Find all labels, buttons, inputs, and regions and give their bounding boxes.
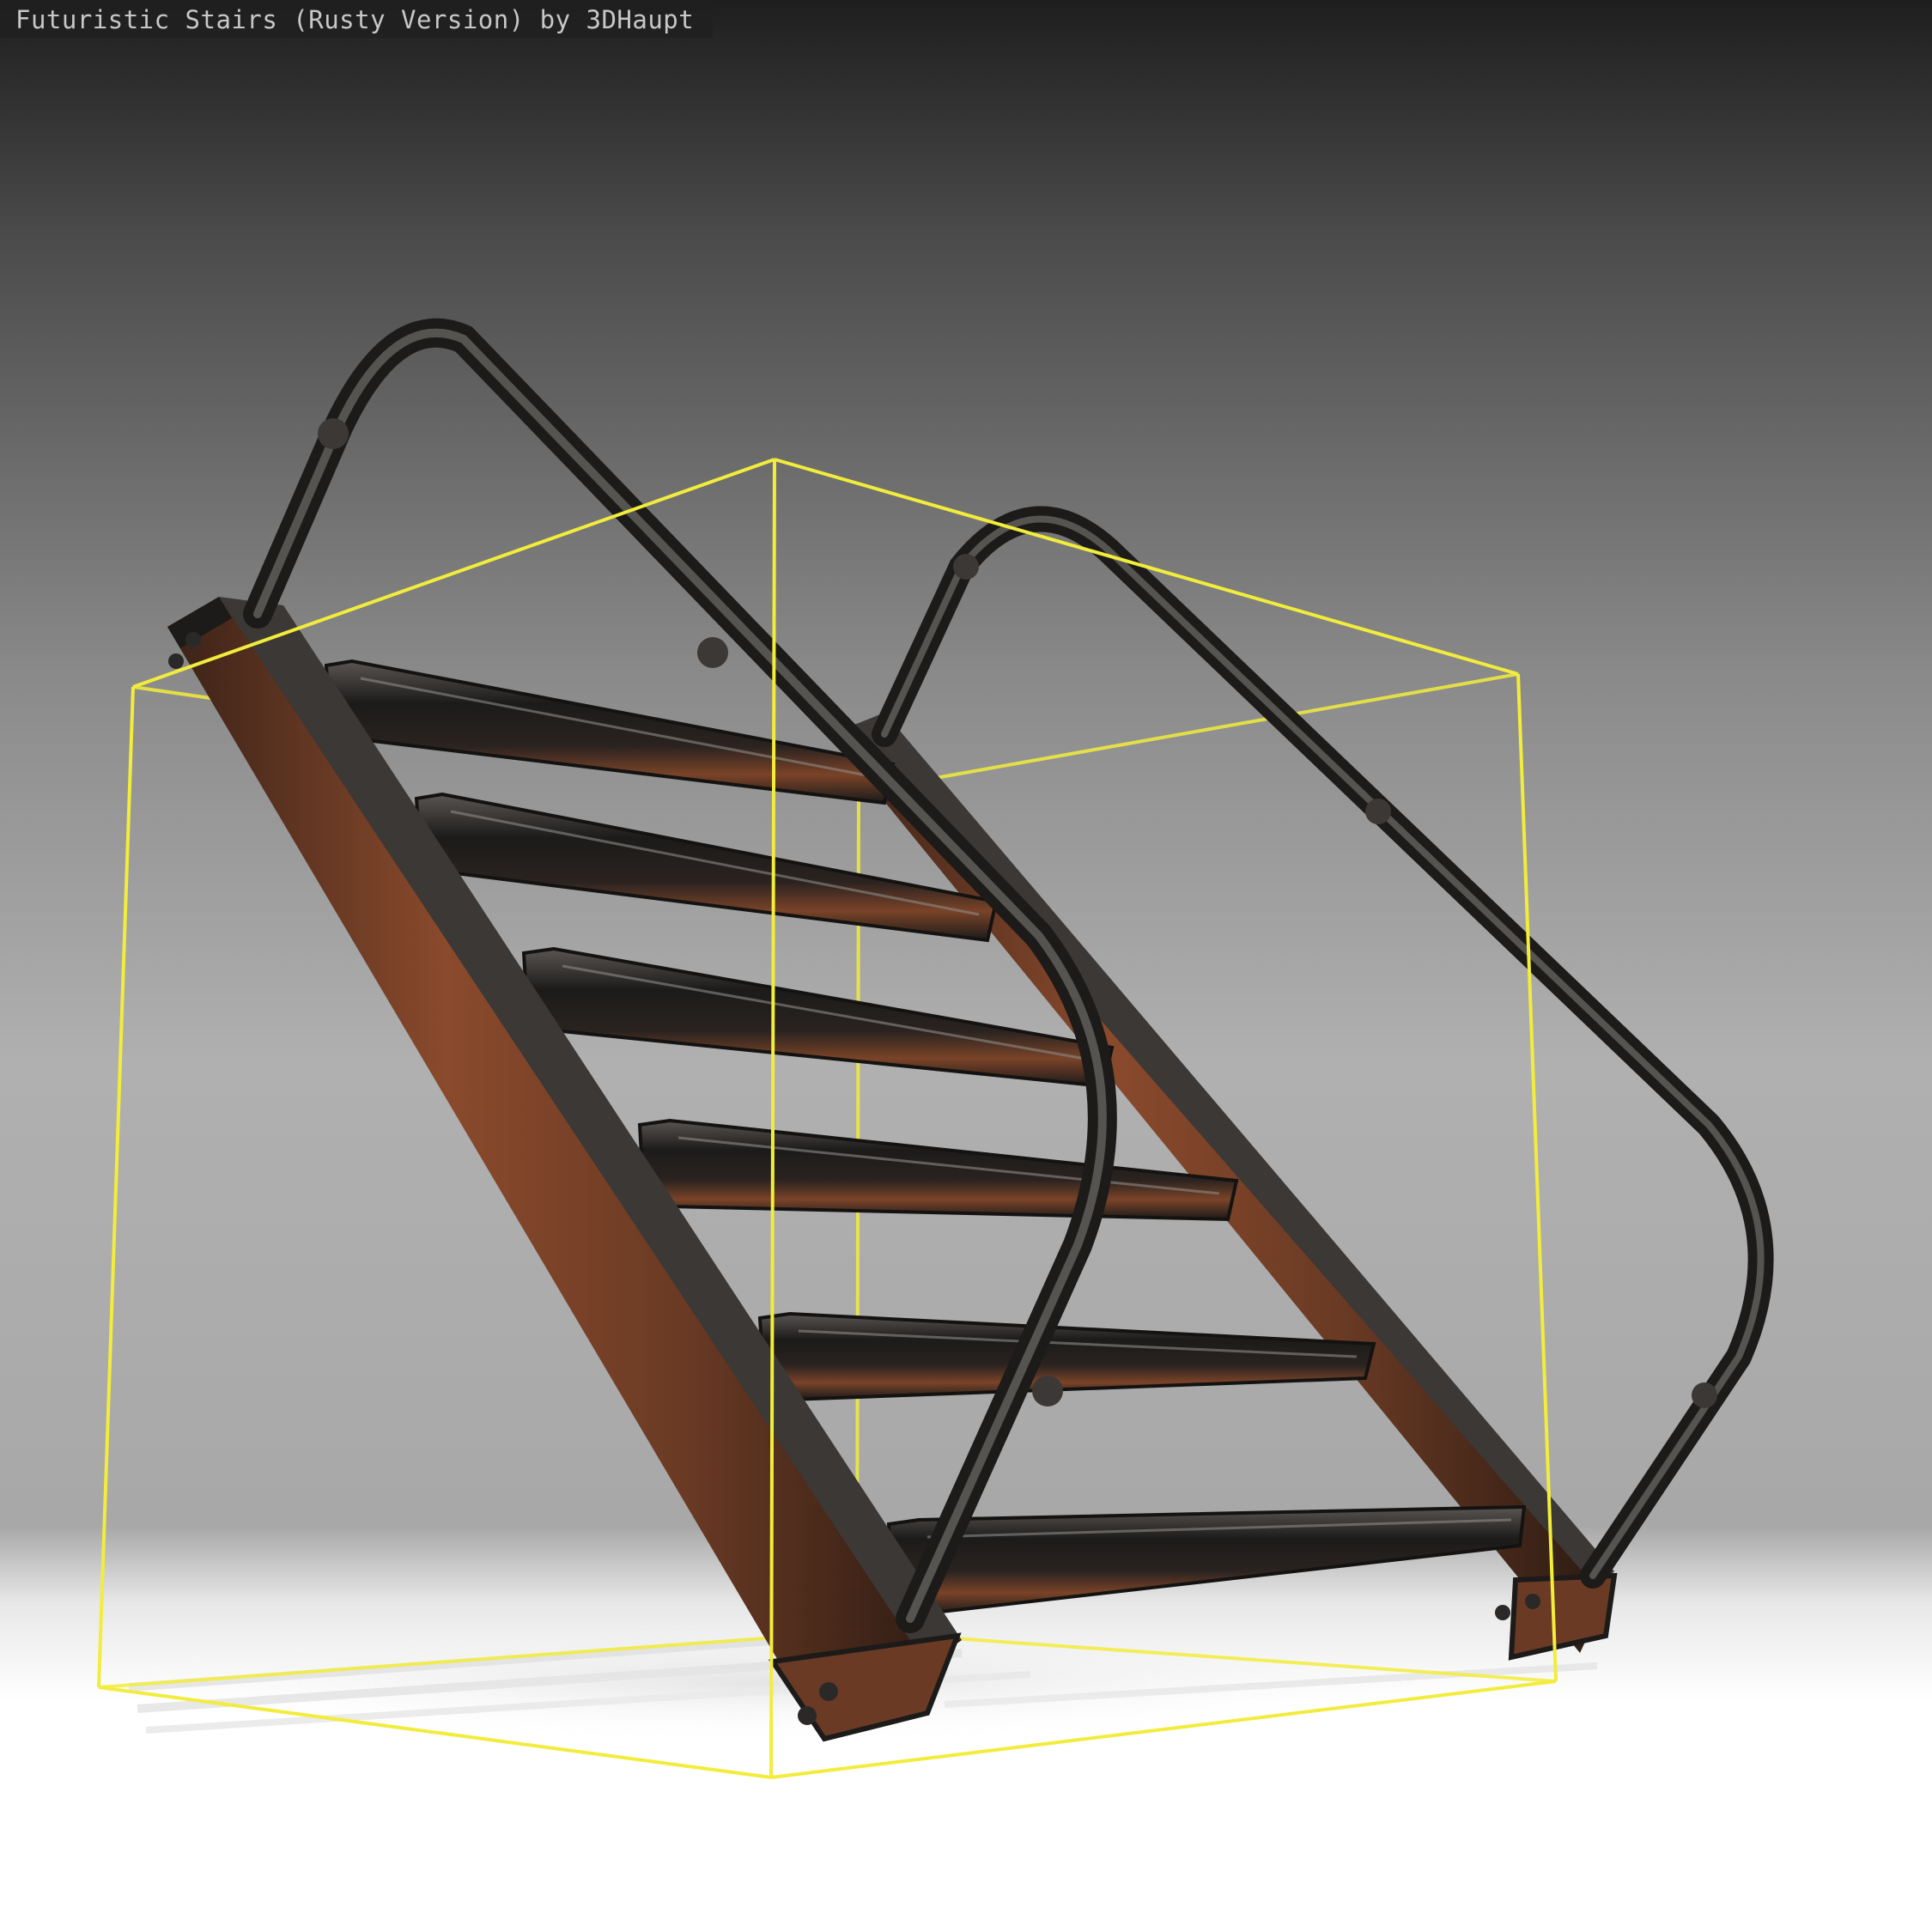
model-scene[interactable] <box>0 0 1932 1932</box>
model-title: Futuristic Stairs (Rusty Version) by 3DH… <box>15 5 695 34</box>
model-title-bar: Futuristic Stairs (Rusty Version) by 3DH… <box>0 0 713 38</box>
3d-viewport[interactable]: Futuristic Stairs (Rusty Version) by 3DH… <box>0 0 1932 1932</box>
